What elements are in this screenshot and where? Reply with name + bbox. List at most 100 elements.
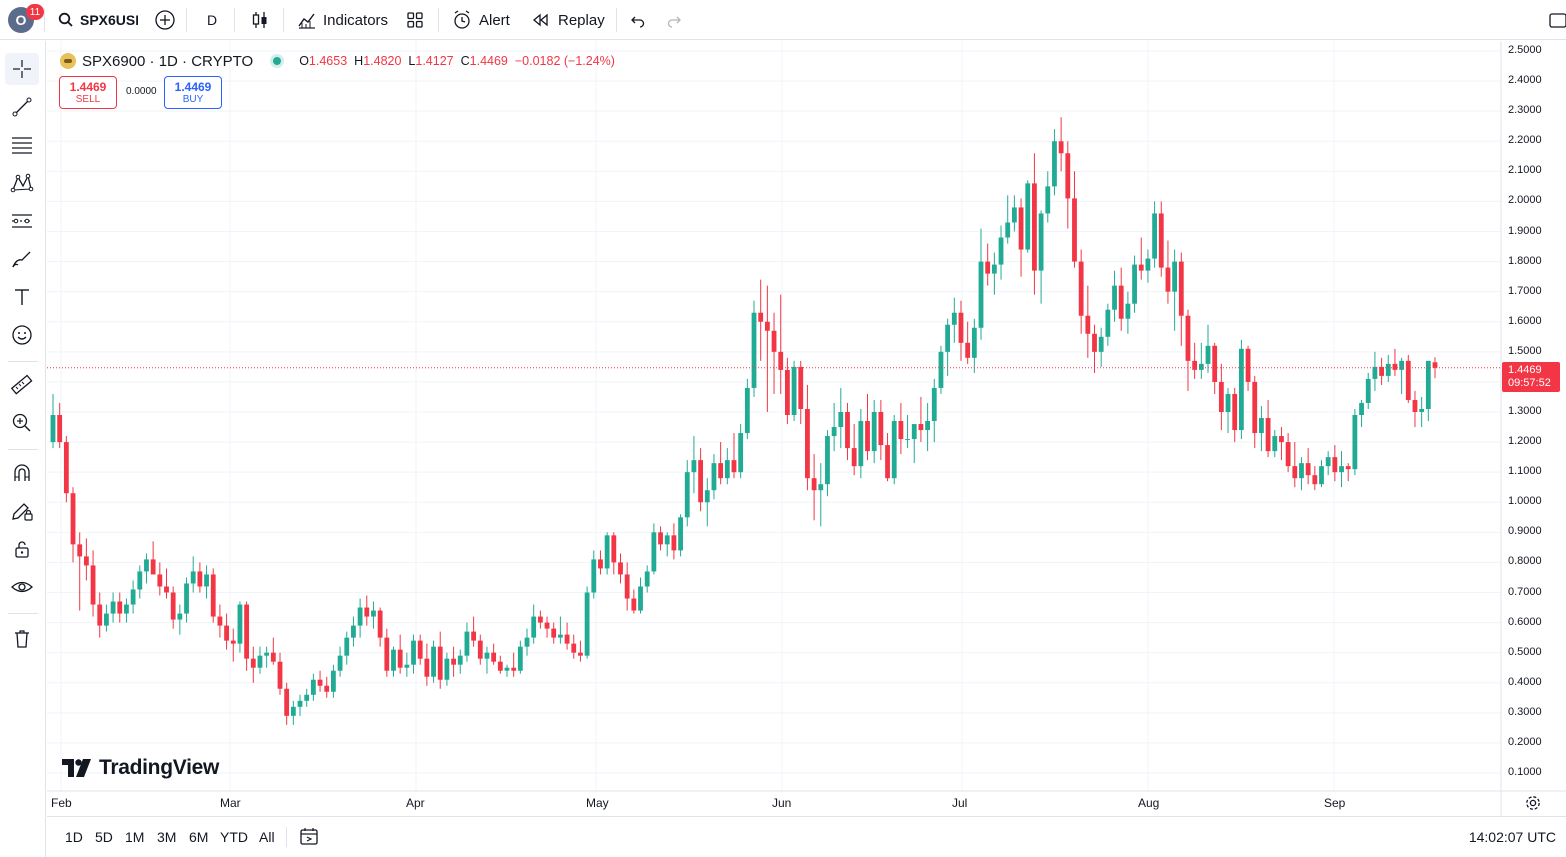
price-tick-label: 1.1000 (1508, 465, 1542, 478)
candle-body (678, 517, 683, 551)
divider (286, 827, 287, 847)
candle-body (664, 535, 670, 545)
candle-body (1225, 393, 1231, 412)
redo-icon (667, 16, 681, 28)
forecast-tool[interactable] (5, 205, 39, 237)
candle-body (1192, 360, 1198, 370)
text-tool[interactable] (5, 281, 39, 313)
candle-body (838, 412, 844, 428)
price-chart[interactable] (47, 41, 1566, 816)
close-value: 1.4469 (469, 54, 508, 68)
tradingview-watermark: TradingView (62, 755, 219, 781)
top-toolbar: O 11 SPX6USD D Indicators Alert Replay (0, 0, 1566, 40)
candle-body (544, 622, 550, 629)
goto-date-button[interactable] (299, 826, 319, 851)
lock-drawing-tool[interactable] (5, 495, 39, 527)
candle-body (1185, 315, 1191, 361)
time-tick-label: Jul (952, 796, 968, 810)
candle-body (1038, 213, 1044, 271)
utc-clock[interactable]: 14:02:07 UTC (1469, 829, 1556, 845)
candle-body (424, 658, 430, 677)
range-3m[interactable]: 3M (157, 829, 176, 845)
crosshair-tool[interactable] (5, 53, 39, 85)
chart-type-button[interactable] (250, 0, 270, 40)
candle-body (130, 589, 136, 605)
trend-line-tool[interactable] (5, 91, 39, 123)
high-value: 1.4820 (363, 54, 402, 68)
candle-body (124, 604, 129, 614)
candle-body (477, 640, 483, 659)
candle-body (557, 634, 563, 638)
candle-body (1165, 267, 1171, 292)
horizontal-lines-tool[interactable] (5, 129, 39, 161)
price-tick-label: 0.5000 (1508, 645, 1542, 658)
candle-body (1218, 381, 1224, 412)
candle-body (1272, 436, 1278, 452)
compare-symbol-button[interactable] (154, 0, 176, 40)
alert-button[interactable]: Alert (451, 0, 510, 40)
remove-drawings-tool[interactable] (5, 623, 39, 655)
redo-button[interactable] (666, 0, 684, 40)
candle-body (237, 604, 243, 644)
buy-button[interactable]: 1.4469 BUY (164, 76, 222, 109)
candle-body (1292, 466, 1298, 479)
range-5d[interactable]: 5D (95, 829, 113, 845)
candle-body (1212, 345, 1218, 382)
avatar-letter: O (15, 12, 27, 28)
candle-body (284, 688, 290, 716)
candle-body (1339, 466, 1344, 473)
chart-settings-button[interactable] (1524, 794, 1542, 817)
candle-body (1065, 153, 1071, 199)
candle-body (504, 667, 510, 671)
replay-button[interactable]: Replay (532, 0, 605, 40)
time-tick-label: Aug (1138, 796, 1160, 810)
symbol-search-button[interactable]: SPX6USD (58, 0, 138, 40)
candle-body (451, 658, 456, 665)
sell-label: SELL (75, 93, 101, 105)
pattern-tool[interactable] (5, 167, 39, 199)
candle-body (184, 583, 189, 614)
range-all[interactable]: All (259, 829, 275, 845)
lock-all-tool[interactable] (5, 533, 39, 565)
indicators-button[interactable]: Indicators (297, 0, 388, 40)
candle-body (57, 415, 63, 443)
interval-button[interactable]: D (207, 0, 217, 40)
indicators-icon (298, 13, 315, 29)
undo-button[interactable] (628, 0, 646, 40)
buy-label: BUY (182, 93, 204, 105)
emoji-tool[interactable] (5, 319, 39, 351)
smiley-icon (12, 325, 32, 345)
range-6m[interactable]: 6M (189, 829, 208, 845)
hide-drawings-tool[interactable] (5, 571, 39, 603)
range-1d[interactable]: 1D (65, 829, 83, 845)
candle-body (90, 565, 96, 605)
measure-tool[interactable] (5, 369, 39, 401)
zoom-in-tool[interactable] (5, 407, 39, 439)
fullscreen-button[interactable] (1548, 0, 1566, 40)
brush-icon (12, 251, 31, 268)
candle-body (270, 652, 276, 662)
brush-tool[interactable] (5, 243, 39, 275)
candle-body (1152, 213, 1157, 259)
candle-body (1078, 261, 1084, 316)
candle-body (1118, 285, 1124, 319)
candle-body (457, 655, 463, 665)
candle-body (377, 610, 383, 638)
range-1m[interactable]: 1M (125, 829, 144, 845)
candle-body (771, 330, 777, 352)
divider (186, 8, 187, 32)
time-tick-label: Sep (1324, 796, 1346, 810)
range-ytd[interactable]: YTD (220, 829, 248, 845)
legend-title: SPX6900 · 1D · CRYPTO (82, 52, 254, 70)
magnet-tool[interactable] (5, 457, 39, 489)
candle-body (744, 387, 750, 434)
close-label: C (460, 54, 470, 68)
zoom-in-icon (12, 413, 31, 432)
sell-button[interactable]: 1.4469 SELL (59, 76, 117, 109)
candle-body (1025, 183, 1031, 250)
candle-body (965, 342, 971, 358)
candle-body (357, 607, 363, 626)
candle-body (631, 598, 637, 611)
layouts-button[interactable] (405, 0, 425, 40)
grid-icon (407, 12, 423, 28)
